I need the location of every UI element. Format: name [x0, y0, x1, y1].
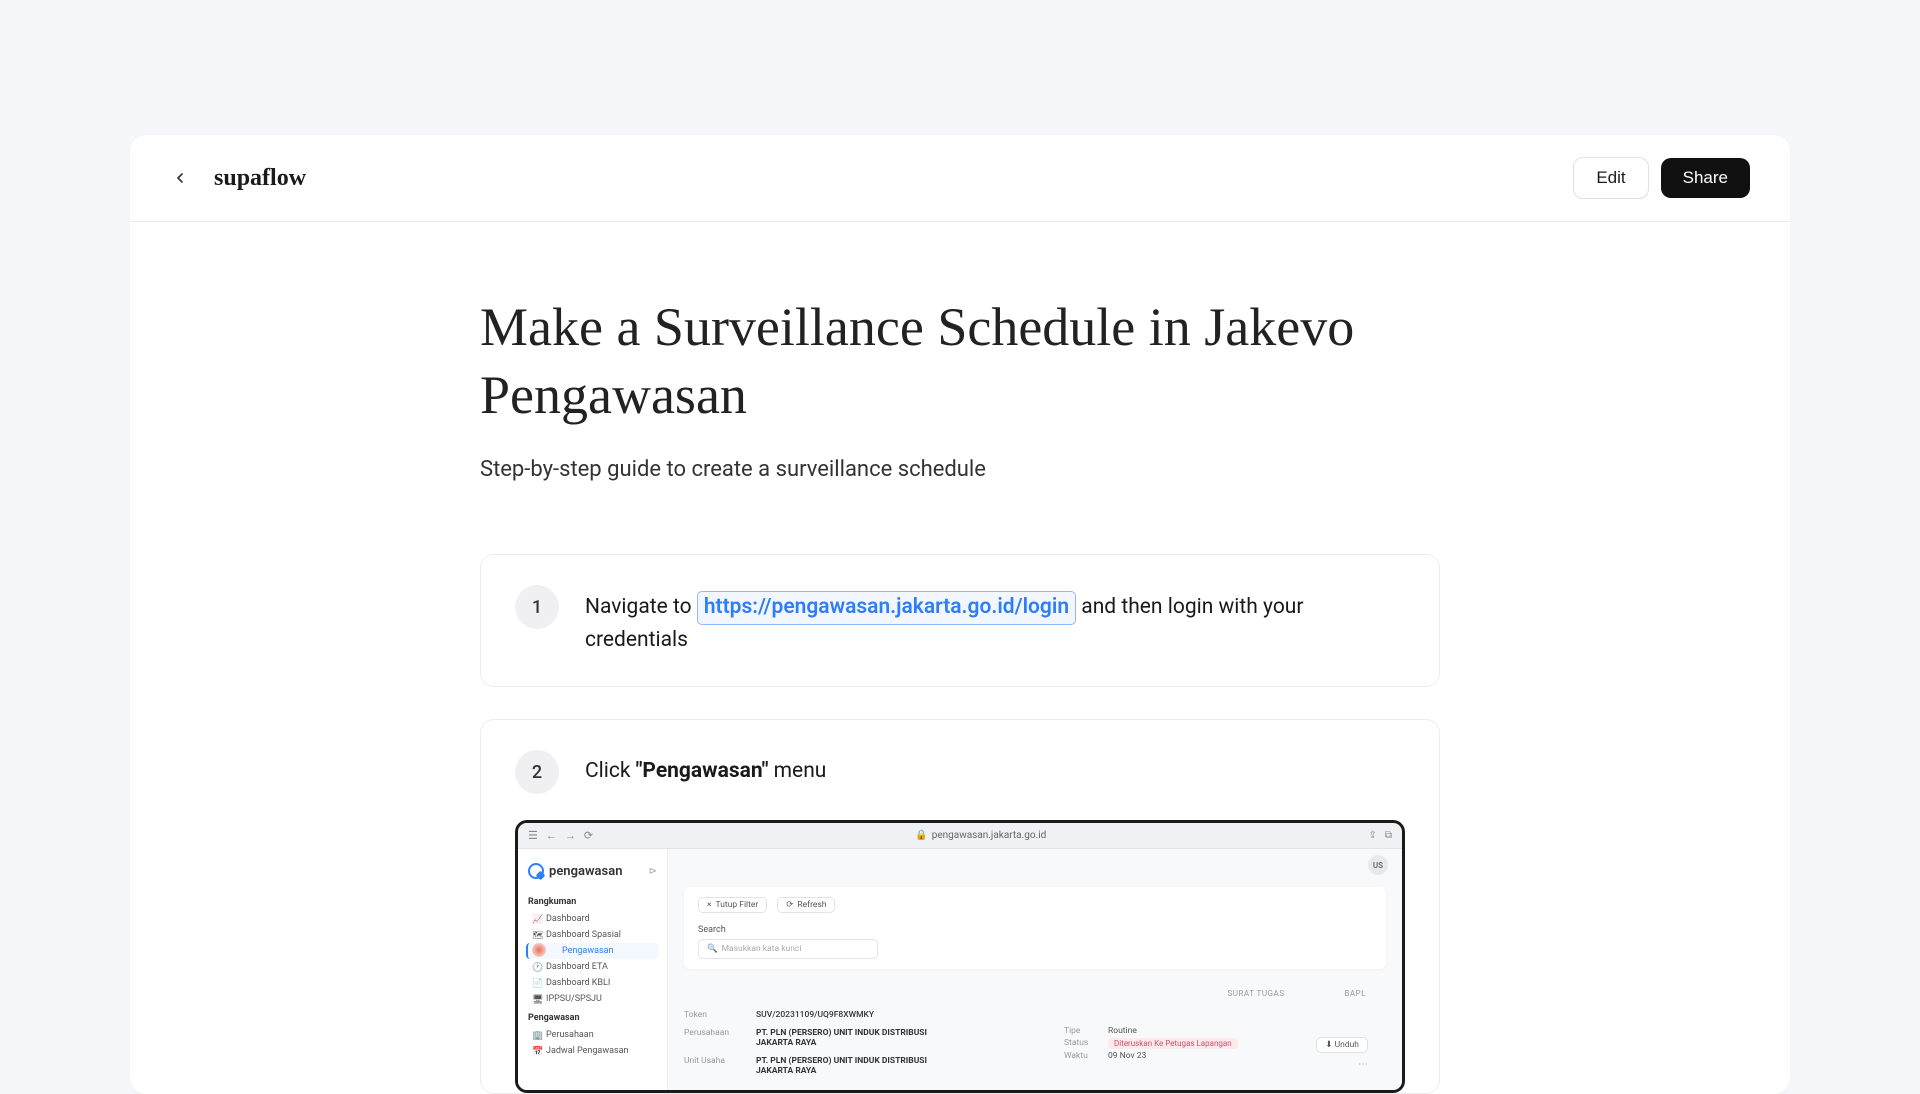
step-text-bold: "Pengawasan" — [636, 759, 769, 783]
clock-icon: 🕐 — [532, 963, 540, 971]
page-subtitle: Step-by-step guide to create a surveilla… — [480, 457, 1440, 482]
sidebar-item-dashboard: 📈Dashboard — [526, 911, 659, 927]
brand-logo[interactable]: supaflow — [214, 165, 306, 192]
step-link[interactable]: https://pengawasan.jakarta.go.id/login — [697, 591, 1076, 625]
step-card-2: 2 Click "Pengawasan" menu ☰ — [480, 719, 1440, 1094]
col-header: SURAT TUGAS — [1228, 989, 1285, 998]
filter-toggle: ×Tutup Filter — [698, 897, 767, 913]
data-table: SURAT TUGAS BAPL TokenSUV/20231109/UQ9F8… — [684, 989, 1386, 1080]
logo-text: pengawasan — [549, 864, 622, 879]
calendar-icon: 📅 — [532, 1047, 540, 1055]
header-right: Edit Share — [1573, 157, 1750, 199]
avatar: US — [1368, 855, 1388, 875]
sidebar-section: Pengawasan — [526, 1007, 659, 1027]
col-header: BAPL — [1344, 989, 1366, 998]
url-bar: 🔒 pengawasan.jakarta.go.id — [603, 828, 1358, 843]
more-icon: ⋯ — [1358, 1059, 1368, 1070]
reload-icon: ⟳ — [584, 829, 593, 842]
sidebar-toggle-icon: ☰ — [528, 829, 538, 842]
doc-icon: 📄 — [532, 979, 540, 987]
share-button[interactable]: Share — [1661, 158, 1750, 198]
step-text: Navigate to https://pengawasan.jakarta.g… — [585, 585, 1405, 656]
step-text-after: menu — [774, 759, 827, 783]
refresh-button: ⟳Refresh — [777, 897, 835, 913]
info-mid: TipeRoutine StatusDiteruskan Ke Petugas … — [1064, 1025, 1238, 1062]
reload-icon: ⟳ — [786, 900, 793, 910]
lock-icon: 🔒 — [915, 830, 927, 841]
collapse-icon: ⊳ — [649, 866, 657, 877]
download-button: ⬇ Unduh — [1316, 1037, 1368, 1053]
step-number: 2 — [515, 750, 559, 794]
header-left: supaflow — [170, 165, 306, 192]
sidebar-item-jadwal: 📅Jadwal Pengawasan — [526, 1043, 659, 1059]
sidebar-item-kbli: 📄Dashboard KBLI — [526, 975, 659, 991]
sidebar-item-ippsu: 🖥IPPSU/SPSJU — [526, 991, 659, 1007]
search-icon: 🔍 — [707, 944, 718, 954]
step-text-before: Click — [585, 759, 636, 783]
search-label: Search — [698, 925, 1372, 935]
embedded-screenshot: ☰ ← → ⟳ 🔒 pengawasan.jakarta.go.id ⇪ — [515, 820, 1405, 1093]
tabs-icon: ⧉ — [1385, 830, 1392, 841]
sidebar-item-perusahaan: 🏢Perusahaan — [526, 1027, 659, 1043]
monitor-icon: 🖥 — [532, 995, 540, 1003]
map-icon: 🗺 — [532, 931, 540, 939]
search-input: 🔍Masukkan kata kunci — [698, 939, 878, 959]
sidebar-item-eta: 🕐Dashboard ETA — [526, 959, 659, 975]
eye-icon — [548, 947, 556, 955]
back-nav-icon: ← — [546, 829, 557, 842]
logo-mark-icon — [528, 863, 544, 879]
step-text: Click "Pengawasan" menu — [585, 750, 826, 788]
sidebar-item-pengawasan: Pengawasan — [526, 943, 659, 959]
sidebar-section: Rangkuman — [526, 891, 659, 911]
share-icon: ⇪ — [1368, 830, 1376, 841]
sidebar-item-spasial: 🗺Dashboard Spasial — [526, 927, 659, 943]
building-icon: 🏢 — [532, 1031, 540, 1039]
embedded-main: US ×Tutup Filter ⟳Refresh Search 🔍Masukk… — [668, 849, 1402, 1090]
embedded-logo: pengawasan ⊳ — [526, 859, 659, 891]
page-title: Make a Surveillance Schedule in Jakevo P… — [480, 294, 1440, 429]
download-icon: ⬇ — [1325, 1040, 1332, 1050]
step-card-1: 1 Navigate to https://pengawasan.jakarta… — [480, 554, 1440, 687]
table-row: Unit UsahaPT. PLN (PERSERO) UNIT INDUK D… — [684, 1052, 1386, 1080]
table-row: PerusahaanPT. PLN (PERSERO) UNIT INDUK D… — [684, 1024, 1386, 1052]
step-text-before: Navigate to — [585, 595, 697, 619]
close-icon: × — [707, 900, 712, 910]
url-text: pengawasan.jakarta.go.id — [932, 830, 1047, 841]
app-header: supaflow Edit Share — [130, 135, 1790, 222]
chart-icon: 📈 — [532, 915, 540, 923]
status-badge: Diteruskan Ke Petugas Lapangan — [1108, 1038, 1238, 1049]
step-number: 1 — [515, 585, 559, 629]
table-row: TokenSUV/20231109/UQ9F8XWMKY — [684, 1006, 1386, 1024]
browser-bar: ☰ ← → ⟳ 🔒 pengawasan.jakarta.go.id ⇪ — [518, 823, 1402, 849]
edit-button[interactable]: Edit — [1573, 157, 1648, 199]
filter-panel: ×Tutup Filter ⟳Refresh Search 🔍Masukkan … — [684, 887, 1386, 969]
forward-nav-icon: → — [565, 829, 576, 842]
click-highlight-icon — [532, 943, 546, 957]
back-icon[interactable] — [170, 168, 190, 188]
embedded-sidebar: pengawasan ⊳ Rangkuman 📈Dashboard 🗺Dashb… — [518, 849, 668, 1090]
content: Make a Surveillance Schedule in Jakevo P… — [130, 222, 1790, 1094]
